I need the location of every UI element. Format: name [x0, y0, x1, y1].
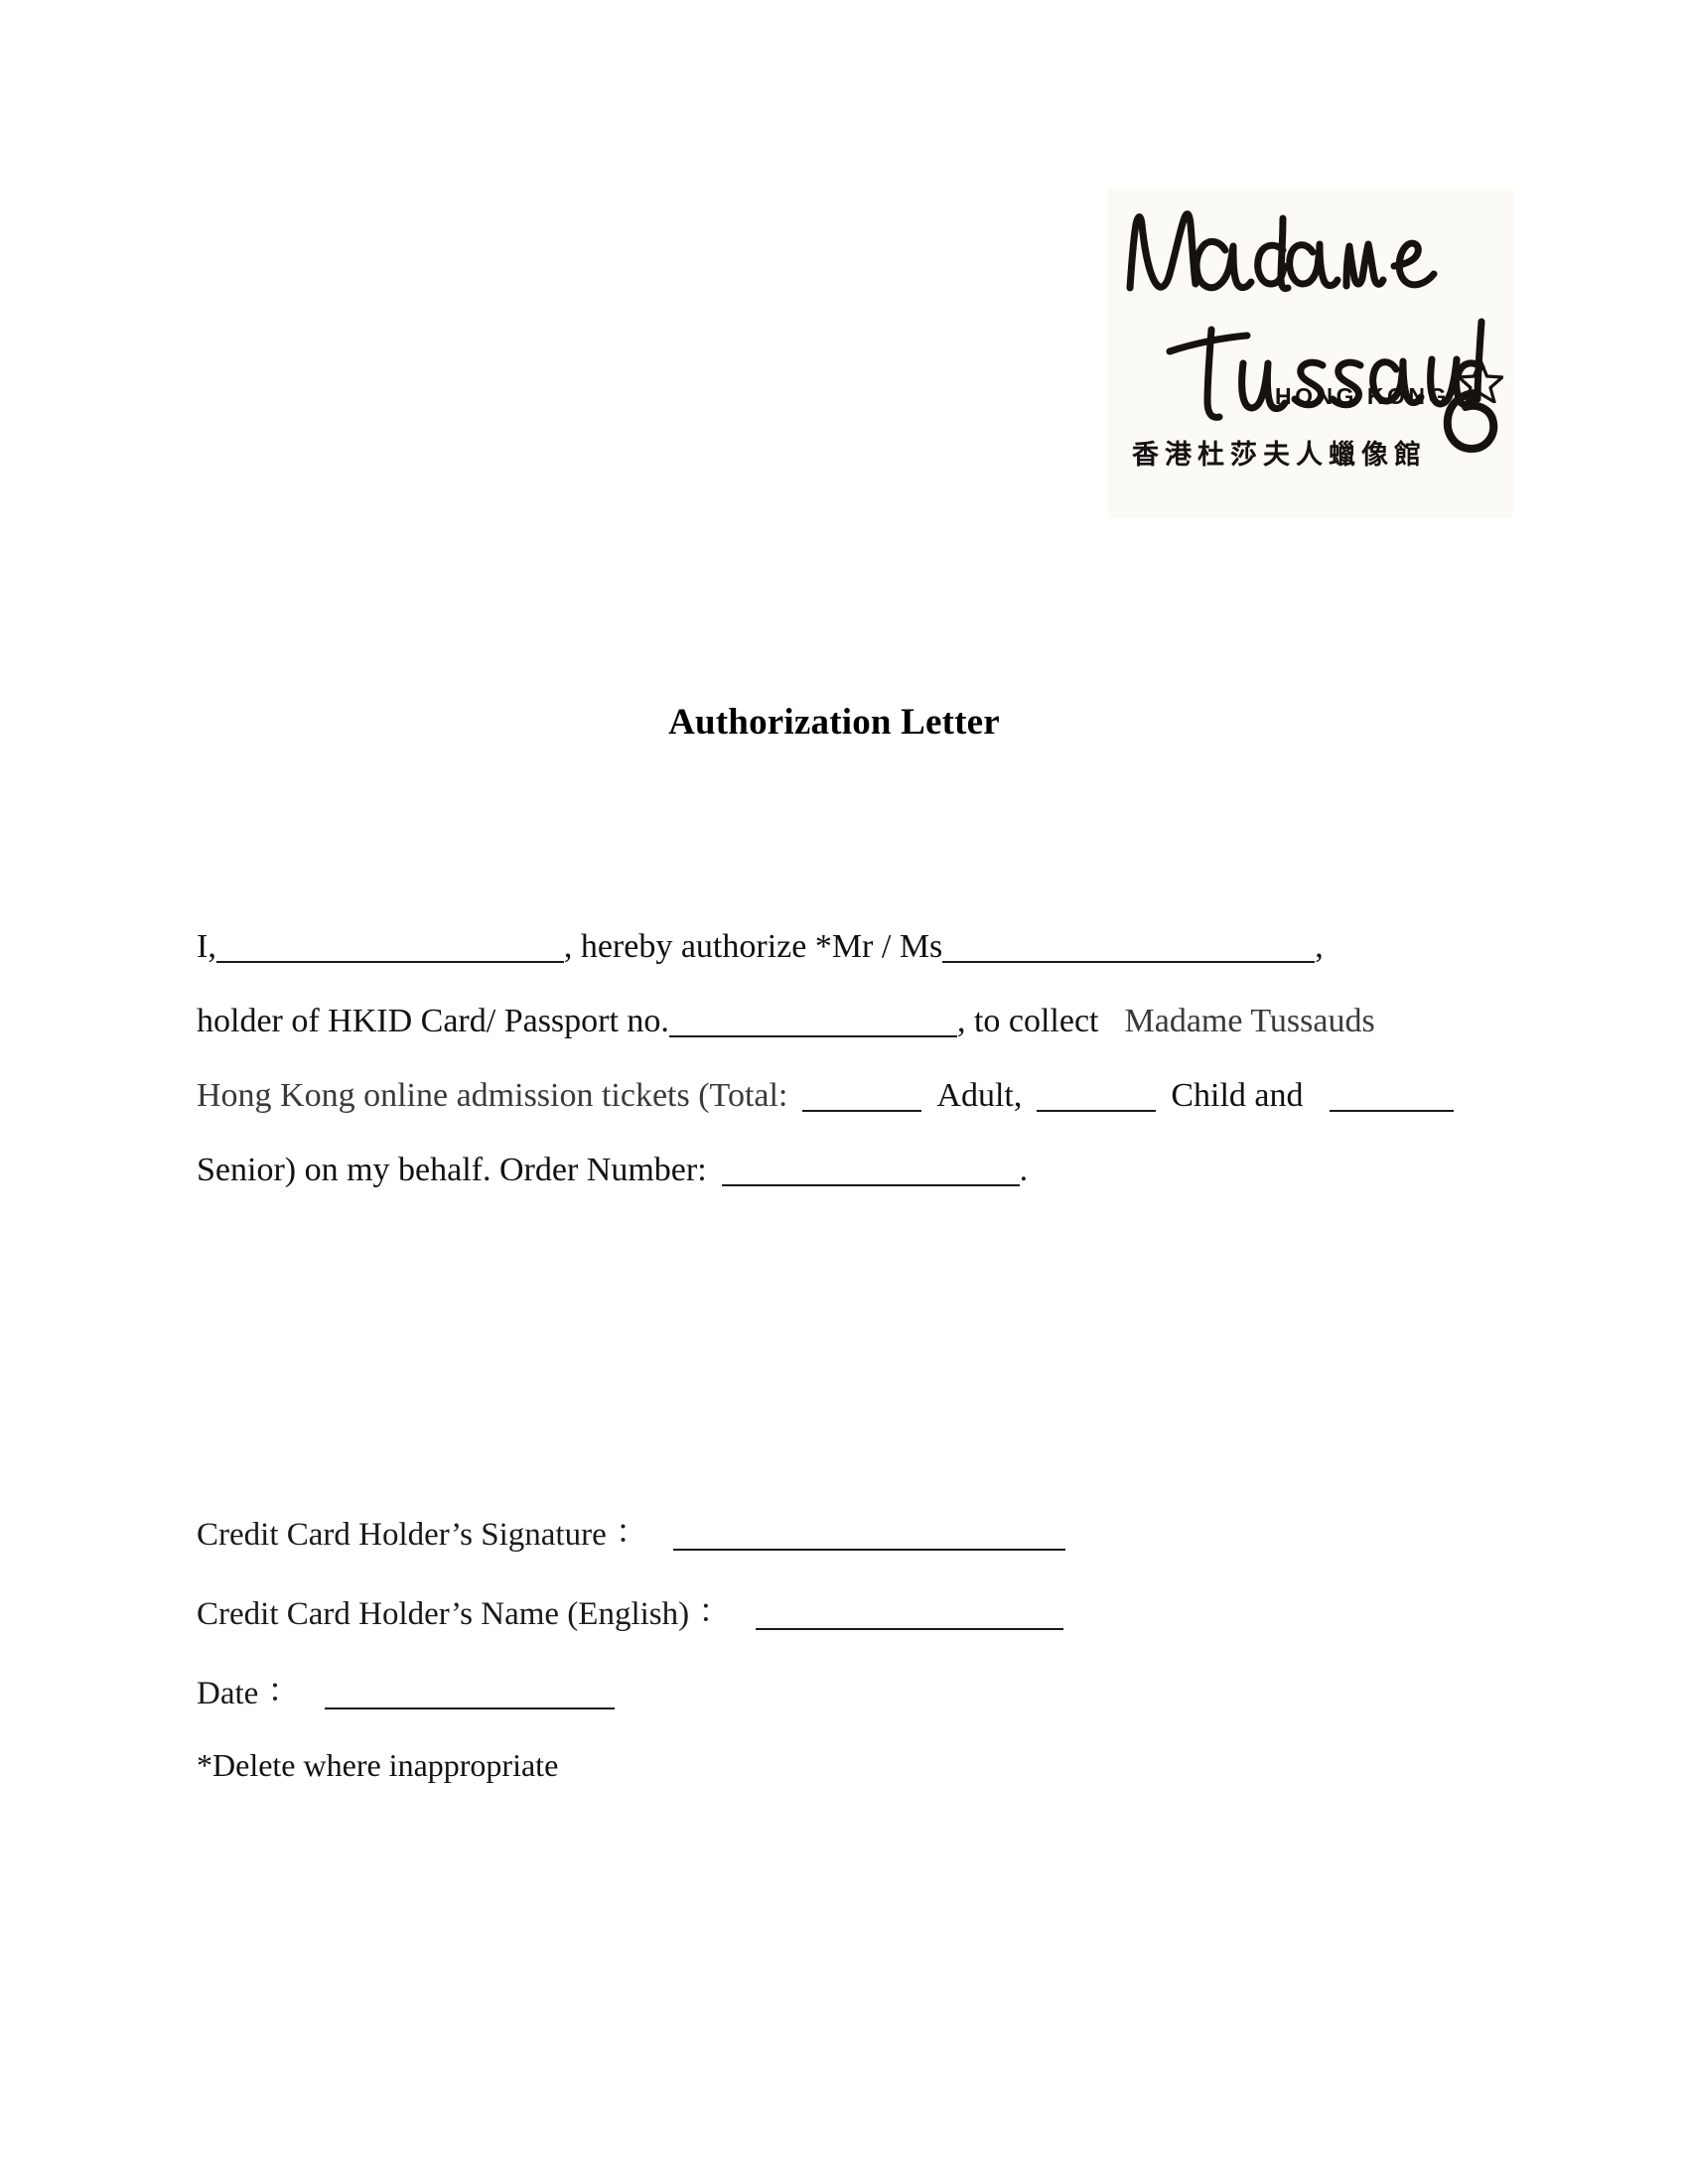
signature-row: Credit Card Holder’s Signature ：	[197, 1495, 1477, 1574]
cardholder-name-blank[interactable]	[756, 1592, 1064, 1630]
date-label: Date	[197, 1676, 259, 1711]
body-line-1: I, , hereby authorize *Mr / Ms,	[197, 909, 1477, 984]
footnote: *Delete where inappropriate	[197, 1747, 559, 1783]
document-page: HONG KONG 香港杜莎夫人蠟像館 Authorization Letter…	[0, 0, 1688, 2184]
body-line-2-part-c: Madame Tussauds	[1124, 1003, 1375, 1039]
authorization-body: I, , hereby authorize *Mr / Ms, holder of…	[197, 909, 1477, 1207]
cardholder-name-row: Credit Card Holder’s Name (English) ：	[197, 1574, 1477, 1654]
child-qty-blank[interactable]	[1037, 1074, 1157, 1112]
signature-label: Credit Card Holder’s Signature	[197, 1517, 607, 1553]
signature-block: Credit Card Holder’s Signature ： Credit C…	[197, 1495, 1477, 1733]
madame-tussauds-logo: HONG KONG 香港杜莎夫人蠟像館	[1108, 189, 1513, 518]
hkid-passport-no-blank[interactable]	[668, 1000, 957, 1037]
page-title-text: Authorization Letter	[668, 702, 1000, 743]
body-line-2-part-a: holder of HKID Card/ Passport no.	[197, 1003, 669, 1039]
body-line-3: Hong Kong online admission tickets (Tota…	[197, 1058, 1477, 1133]
body-line-4-part-a: Senior) on my behalf. Order Number:	[197, 1152, 707, 1188]
authorized-person-name-blank[interactable]	[942, 925, 1316, 963]
body-line-3-part-c: Child and	[1171, 1077, 1304, 1114]
star-icon	[1458, 358, 1503, 403]
body-line-3-part-a: Hong Kong online admission tickets (Tota…	[197, 1077, 788, 1114]
signature-colon: ：	[616, 1518, 643, 1549]
cardholder-name-label: Credit Card Holder’s Name (English)	[197, 1596, 690, 1632]
signature-blank[interactable]	[672, 1513, 1065, 1551]
date-colon: ：	[268, 1677, 296, 1707]
body-line-2-part-b: , to collect	[956, 1003, 1099, 1039]
cardholder-name-colon: ：	[699, 1597, 727, 1628]
body-line-2: holder of HKID Card/ Passport no. , to co…	[197, 984, 1477, 1058]
adult-qty-blank[interactable]	[802, 1074, 922, 1112]
logo-chinese-name: 香港杜莎夫人蠟像館	[1132, 440, 1427, 471]
page-title: Authorization Letter	[0, 701, 1688, 744]
senior-qty-blank[interactable]	[1329, 1074, 1454, 1112]
order-number-blank[interactable]	[721, 1149, 1020, 1186]
body-line-3-part-b: Adult,	[936, 1077, 1023, 1114]
body-line-1-part-c: ,	[1315, 928, 1324, 965]
body-line-1-part-b: , hereby authorize *Mr / Ms	[563, 928, 943, 965]
date-blank[interactable]	[325, 1672, 616, 1709]
logo-hong-kong-text: HONG KONG	[1275, 383, 1450, 409]
body-line-4: Senior) on my behalf. Order Number:.	[197, 1133, 1477, 1207]
body-line-1-part-a: I,	[197, 928, 216, 965]
authorizer-name-blank[interactable]	[215, 925, 564, 963]
body-line-4-part-b: .	[1019, 1152, 1029, 1188]
date-row: Date ：	[197, 1654, 1477, 1733]
